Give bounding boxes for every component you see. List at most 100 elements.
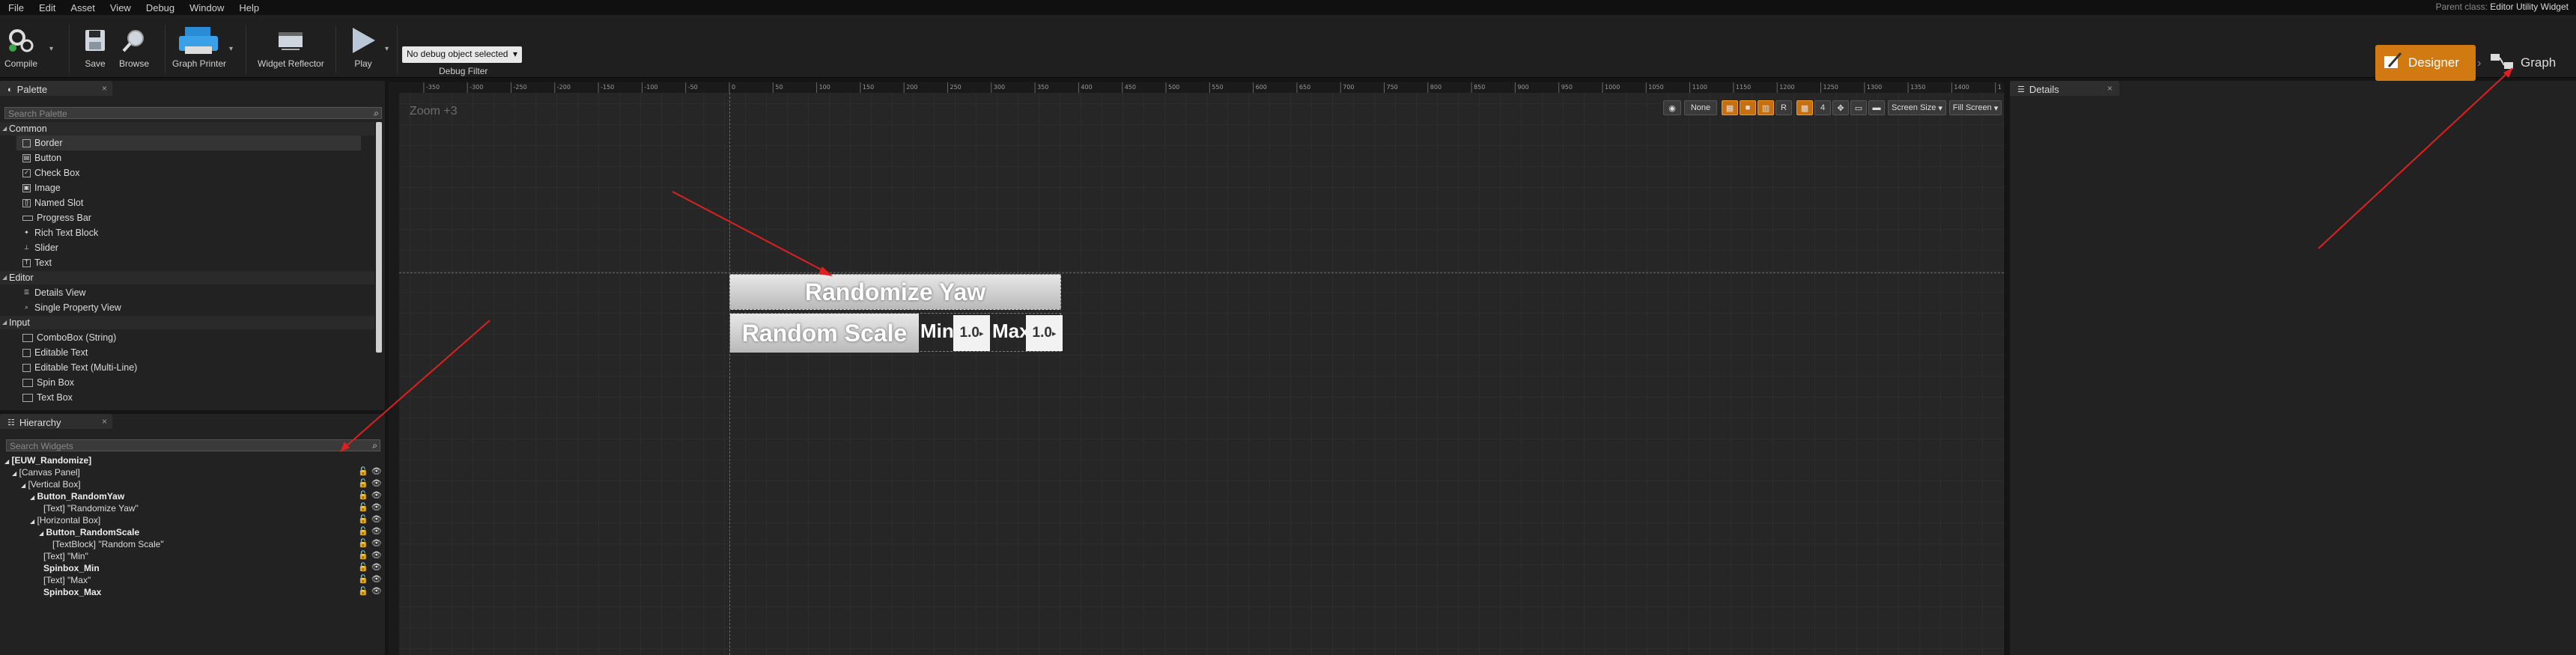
widget-reflector-button[interactable]: Widget Reflector [258,25,324,69]
ruler-label: 900 [1517,84,1528,91]
fill-screen-dropdown[interactable]: Fill Screen ▾ [1949,100,2002,115]
random-scale-button[interactable]: Random Scale [730,314,919,353]
hierarchy-item[interactable]: ◢ [Vertical Box] [21,478,81,490]
debug-object-select[interactable]: No debug object selected ▾ [402,46,522,63]
menu-help[interactable]: Help [231,2,266,13]
compile-options-chevron-icon[interactable]: ▾ [49,45,53,53]
hierarchy-item[interactable]: [Text] "Max" [43,574,91,586]
lock-icon[interactable]: ■ [1740,100,1756,115]
hierarchy-item[interactable]: Spinbox_Min [43,562,100,574]
none-button[interactable]: None [1684,100,1717,115]
palette-icon: ◐ [7,85,13,94]
visibility-icon[interactable]: 🔓👁 [358,550,385,560]
hierarchy-item[interactable]: [Text] "Min" [43,550,88,562]
hierarchy-item[interactable]: ◢ Button_RandomScale [39,526,139,538]
palette-item[interactable]: Border [16,135,361,150]
menu-debug[interactable]: Debug [138,2,181,13]
visibility-icon[interactable]: 🔓👁 [358,514,385,524]
transform-icon[interactable]: ✥ [1832,100,1849,115]
compile-button[interactable]: Compile [4,25,37,69]
visibility-icon[interactable]: 🔓👁 [358,490,385,500]
palette-item[interactable]: ⊥ Slider [22,240,58,255]
compile-icon [5,25,37,55]
visibility-icon[interactable]: 🔓👁 [358,586,385,596]
palette-item[interactable]: ⌕ Single Property View [22,300,121,315]
palette-item[interactable]: [] Named Slot [22,195,83,210]
hierarchy-item[interactable]: [Text] "Randomize Yaw" [43,502,139,514]
horizontal-box: Random Scale Min 1.0 ▸ Max 1.0 ▸ [729,313,1063,353]
palette-search-placeholder: Search Palette [8,109,67,119]
button-icon: ▤ [22,153,31,162]
menu-window[interactable]: Window [181,2,231,13]
visibility-icon[interactable]: 🔓👁 [358,562,385,572]
palette-scrollbar[interactable] [376,122,382,353]
palette-item[interactable]: Text Box [22,390,73,405]
play-button[interactable]: Play [347,25,379,69]
play-options-chevron-icon[interactable]: ▾ [385,45,389,53]
hierarchy-tab[interactable]: ☷ Hierarchy [0,414,112,429]
visibility-icon[interactable]: 🔓👁 [358,466,385,476]
snap-icon[interactable]: ▩ [1796,100,1813,115]
visibility-icon[interactable]: 🔓👁 [358,478,385,488]
menu-edit[interactable]: Edit [31,2,62,13]
palette-item[interactable]: ☰ Details View [22,285,86,300]
palette-item[interactable]: ▣ Image [22,180,61,195]
save-button[interactable]: Save [79,25,111,69]
ruler-label: 1150 [1736,84,1751,91]
palette-tab[interactable]: ◐ Palette [0,81,112,96]
randomize-yaw-button[interactable]: Randomize Yaw [729,274,1061,310]
ruler-label: 400 [1081,84,1092,91]
dpi-scale-icon[interactable]: ◉ [1663,100,1681,115]
palette-item[interactable]: ▤ Button [22,150,61,165]
palette-item[interactable]: Editable Text [22,345,88,360]
graph-icon [2489,52,2515,75]
visibility-icon[interactable]: 🔓👁 [358,502,385,512]
visibility-icon[interactable]: 🔓👁 [358,526,385,536]
details-close-icon[interactable]: × [2107,83,2112,94]
spinbox-max[interactable]: 1.0 ▸ [1026,315,1063,351]
hierarchy-close-icon[interactable]: × [102,416,107,427]
graph-printer-chevron-icon[interactable]: ▾ [229,45,233,53]
hierarchy-item[interactable]: Spinbox_Max [43,586,101,598]
hierarchy-item-root[interactable]: ◢ [EUW_Randomize] [4,454,91,466]
hierarchy-item[interactable]: ◢ Button_RandomYaw [30,490,124,502]
palette-close-icon[interactable]: × [102,83,107,94]
hierarchy-item[interactable]: ◢ [Canvas Panel] [12,466,80,478]
menu-view[interactable]: View [102,2,138,13]
screen-size-dropdown[interactable]: Screen Size ▾ [1888,100,1946,115]
palette-item[interactable]: ✦ Rich Text Block [22,225,98,240]
snap-value-button[interactable]: 4 [1814,100,1831,115]
designer-mode-button[interactable]: Designer [2375,45,2476,81]
palette-item[interactable]: ✓ Check Box [22,165,79,180]
graph-printer-button[interactable]: Graph Printer [172,25,226,69]
menu-asset[interactable]: Asset [62,2,102,13]
palette-item[interactable]: Spin Box [22,375,74,390]
palette-category-common[interactable]: Common [0,122,374,135]
browse-button[interactable]: Browse [118,25,150,69]
visibility-icon[interactable]: 🔓👁 [358,538,385,548]
palette-category-input[interactable]: Input [0,316,374,329]
hierarchy-item[interactable]: ◢ [Horizontal Box] [30,514,100,526]
designer-viewport[interactable]: Zoom +3 ◉ None ▦ ■ ▥ R ▩ 4 ✥ ▭ ▬ Screen … [389,82,2004,655]
monitor-icon[interactable]: ▬ [1868,100,1885,115]
hierarchy-search-input[interactable]: Search Widgets ⌕ [6,439,380,451]
grid-snap-icon[interactable]: ▦ [1722,100,1738,115]
r-button[interactable]: R [1775,100,1792,115]
outline-icon[interactable]: ▥ [1758,100,1774,115]
palette-category-editor[interactable]: Editor [0,271,374,284]
palette-item[interactable]: Editable Text (Multi-Line) [22,360,137,375]
details-tab[interactable]: ☰ Details [2010,81,2119,96]
hierarchy-item[interactable]: [TextBlock] "Random Scale" [52,538,164,550]
palette-item[interactable]: T Text [22,255,52,270]
palette-item[interactable]: ComboBox (String) [22,330,116,345]
menu-file[interactable]: File [0,2,31,13]
spinbox-min[interactable]: 1.0 ▸ [953,315,990,351]
visibility-icon[interactable]: 🔓👁 [358,574,385,584]
graph-mode-button[interactable]: Graph [2489,45,2572,81]
editable-text-multiline-icon [22,363,31,372]
parent-class-info: Parent class: Editor Utility Widget [2436,1,2569,12]
hierarchy-tab-label: Hierarchy [19,417,61,428]
palette-item[interactable]: Progress Bar [22,210,91,225]
palette-search-input[interactable]: Search Palette ⌕ [4,107,382,119]
screen-icon[interactable]: ▭ [1850,100,1867,115]
